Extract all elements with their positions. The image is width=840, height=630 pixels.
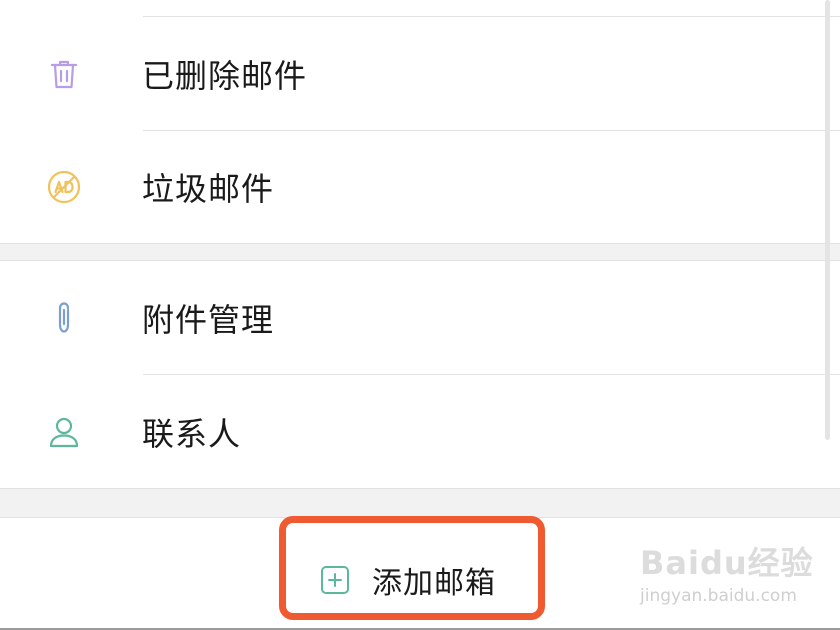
menu-item-label: 垃圾邮件 xyxy=(142,170,275,208)
menu-item-contacts[interactable]: 联系人 xyxy=(0,375,840,488)
spam-ad-icon xyxy=(42,165,86,209)
contact-person-icon xyxy=(42,410,86,454)
trash-icon xyxy=(42,52,86,96)
menu-item-label: 已删除邮件 xyxy=(142,57,308,95)
paperclip-icon xyxy=(42,296,86,340)
menu-item-attachment-management[interactable]: 附件管理 xyxy=(0,261,840,375)
menu-item-label: 附件管理 xyxy=(142,301,275,339)
menu-item-spam-mail[interactable]: 垃圾邮件 xyxy=(0,131,840,243)
folder-group-2: 附件管理 联系人 xyxy=(0,261,840,488)
highlight-annotation-box xyxy=(279,516,545,620)
section-separator xyxy=(0,488,840,518)
scrollbar[interactable] xyxy=(825,0,830,440)
watermark-logo: Baidu经验 xyxy=(640,544,814,582)
baidu-watermark: Baidu经验 jingyan.baidu.com xyxy=(640,538,814,606)
menu-item-label: 联系人 xyxy=(142,414,242,453)
menu-item-deleted-mail[interactable]: 已删除邮件 xyxy=(0,17,840,131)
watermark-url: jingyan.baidu.com xyxy=(640,586,797,606)
folder-group-1: 已删除邮件 垃圾邮件 xyxy=(0,0,840,243)
section-separator xyxy=(0,243,840,261)
mail-menu-screen: 已删除邮件 垃圾邮件 附件管理 联系人 添加邮箱 Baidu经验 jingyan… xyxy=(0,0,840,630)
